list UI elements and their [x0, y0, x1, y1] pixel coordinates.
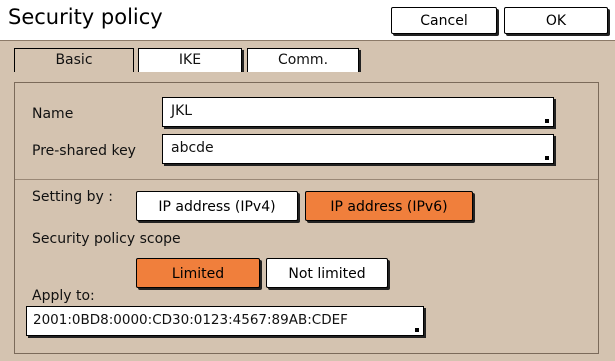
tab-comm[interactable]: Comm.	[247, 48, 359, 73]
name-field[interactable]: JKL	[162, 97, 554, 127]
psk-value: abcde	[171, 140, 214, 156]
edit-indicator-icon	[545, 156, 549, 160]
pre-shared-key-field[interactable]: abcde	[162, 134, 554, 164]
edit-indicator-icon	[545, 119, 549, 123]
scope-label: Security policy scope	[32, 231, 181, 247]
ipv6-option-button[interactable]: IP address (IPv6)	[305, 191, 473, 221]
tab-basic[interactable]: Basic	[14, 48, 134, 75]
apply-to-value: 2001:0BD8:0000:CD30:0123:4567:89AB:CDEF	[33, 312, 348, 328]
psk-label: Pre-shared key	[32, 143, 136, 159]
tab-ike[interactable]: IKE	[138, 48, 242, 73]
ok-button[interactable]: OK	[504, 7, 608, 34]
setting-by-label: Setting by :	[32, 189, 113, 205]
tab-strip: Basic IKE Comm.	[0, 41, 615, 75]
name-value: JKL	[171, 103, 193, 119]
edit-indicator-icon	[415, 328, 419, 332]
not-limited-option-button[interactable]: Not limited	[266, 258, 388, 288]
apply-to-field[interactable]: 2001:0BD8:0000:CD30:0123:4567:89AB:CDEF	[26, 306, 424, 336]
apply-to-label: Apply to:	[32, 288, 95, 304]
section-divider	[15, 179, 598, 180]
title-bar: Security policy Cancel OK	[0, 0, 615, 42]
name-label: Name	[32, 106, 74, 122]
basic-panel: Name JKL Pre-shared key abcde Setting by…	[0, 72, 615, 361]
window-title: Security policy	[8, 5, 163, 29]
ipv4-option-button[interactable]: IP address (IPv4)	[136, 191, 298, 221]
settings-group: Name JKL Pre-shared key abcde Setting by…	[14, 82, 599, 354]
cancel-button[interactable]: Cancel	[391, 7, 497, 34]
limited-option-button[interactable]: Limited	[136, 258, 260, 288]
